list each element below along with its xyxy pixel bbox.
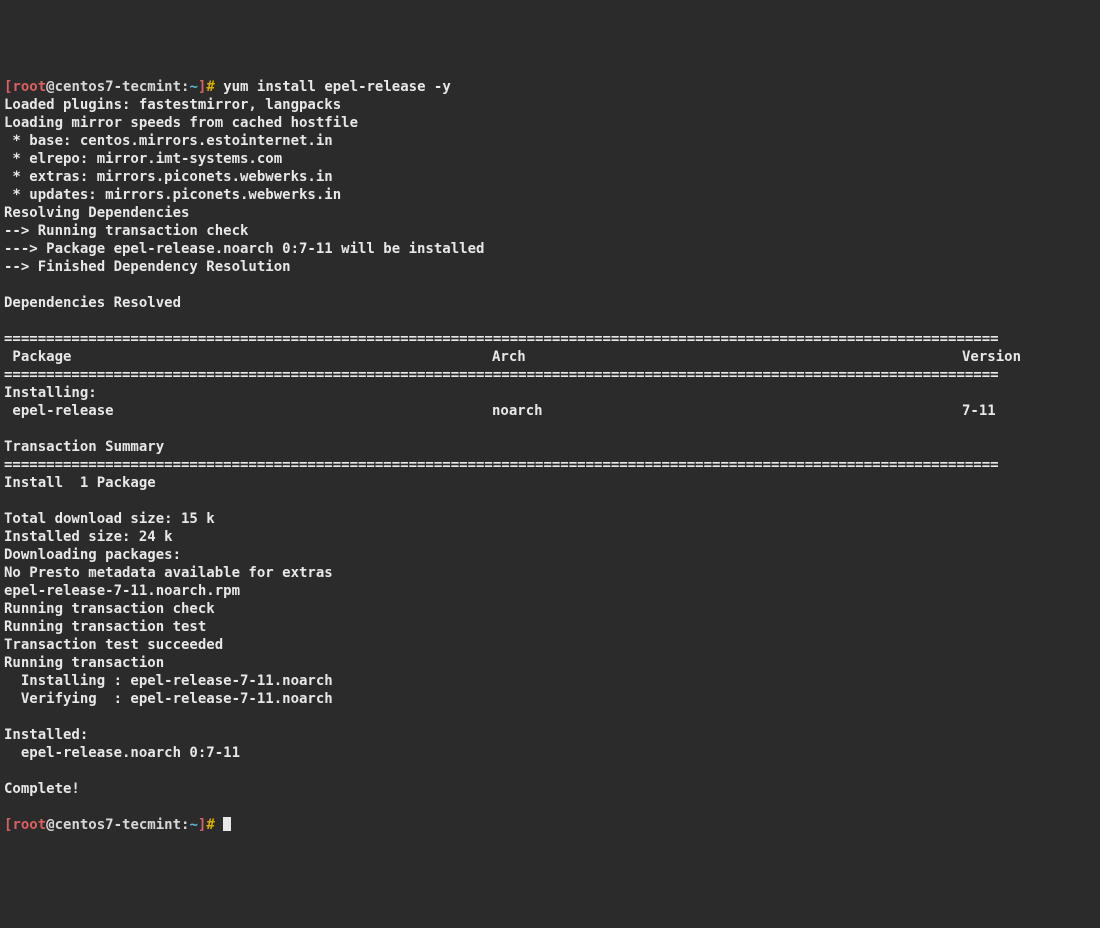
- output-line: --> Running transaction check: [4, 223, 248, 239]
- summary-header: Transaction Summary: [4, 439, 164, 455]
- table-row: epel-releasenoarch7-11: [4, 403, 996, 419]
- prompt-at: @: [46, 817, 54, 833]
- output-line: Resolving Dependencies: [4, 205, 189, 221]
- table-header-row: PackageArchVersion: [4, 349, 1021, 365]
- output-line: epel-release-7-11.noarch.rpm: [4, 583, 240, 599]
- table-cell-arch: noarch: [492, 402, 962, 420]
- prompt-hash: #: [206, 79, 223, 95]
- table-cell-version: 7-11: [962, 403, 996, 419]
- output-line: epel-release.noarch 0:7-11: [4, 745, 240, 761]
- prompt-hash: #: [206, 817, 223, 833]
- table-divider: ========================================…: [4, 457, 999, 473]
- output-line: Transaction test succeeded: [4, 637, 223, 653]
- prompt-user: root: [12, 817, 46, 833]
- prompt-path: ~: [189, 817, 197, 833]
- output-line: Complete!: [4, 781, 80, 797]
- output-line: Downloading packages:: [4, 547, 181, 563]
- output-line: Installing : epel-release-7-11.noarch: [4, 673, 333, 689]
- output-line: Loading mirror speeds from cached hostfi…: [4, 115, 358, 131]
- output-line: * base: centos.mirrors.estointernet.in: [4, 133, 333, 149]
- install-section-header: Installing:: [4, 385, 97, 401]
- prompt-path: ~: [189, 79, 197, 95]
- prompt-line-1: [root@centos7-tecmint:~]# yum install ep…: [4, 79, 451, 95]
- prompt-host: centos7-tecmint: [55, 79, 181, 95]
- output-line: Running transaction test: [4, 619, 206, 635]
- table-header-version: Version: [962, 349, 1021, 365]
- prompt-host: centos7-tecmint: [55, 817, 181, 833]
- cursor-icon: [223, 817, 231, 831]
- output-line: Loaded plugins: fastestmirror, langpacks: [4, 97, 341, 113]
- summary-line: Install 1 Package: [4, 475, 156, 491]
- output-line: Verifying : epel-release-7-11.noarch: [4, 691, 333, 707]
- output-line: No Presto metadata available for extras: [4, 565, 333, 581]
- prompt-at: @: [46, 79, 54, 95]
- prompt-line-2: [root@centos7-tecmint:~]#: [4, 817, 231, 833]
- table-divider: ========================================…: [4, 367, 999, 383]
- output-line: Installed:: [4, 727, 88, 743]
- output-line: ---> Package epel-release.noarch 0:7-11 …: [4, 241, 484, 257]
- table-cell-package: epel-release: [4, 402, 492, 420]
- prompt-user: root: [12, 79, 46, 95]
- output-line: * updates: mirrors.piconets.webwerks.in: [4, 187, 341, 203]
- command-input[interactable]: yum install epel-release -y: [223, 79, 451, 95]
- table-divider: ========================================…: [4, 331, 999, 347]
- output-line: Total download size: 15 k: [4, 511, 215, 527]
- table-header-arch: Arch: [492, 348, 962, 366]
- output-line: Running transaction: [4, 655, 164, 671]
- output-line: * elrepo: mirror.imt-systems.com: [4, 151, 282, 167]
- output-line: Installed size: 24 k: [4, 529, 173, 545]
- output-line: * extras: mirrors.piconets.webwerks.in: [4, 169, 333, 185]
- output-line: --> Finished Dependency Resolution: [4, 259, 291, 275]
- table-header-package: Package: [4, 348, 492, 366]
- output-line: Running transaction check: [4, 601, 215, 617]
- terminal-window[interactable]: [root@centos7-tecmint:~]# yum install ep…: [0, 72, 1100, 838]
- output-line: Dependencies Resolved: [4, 295, 181, 311]
